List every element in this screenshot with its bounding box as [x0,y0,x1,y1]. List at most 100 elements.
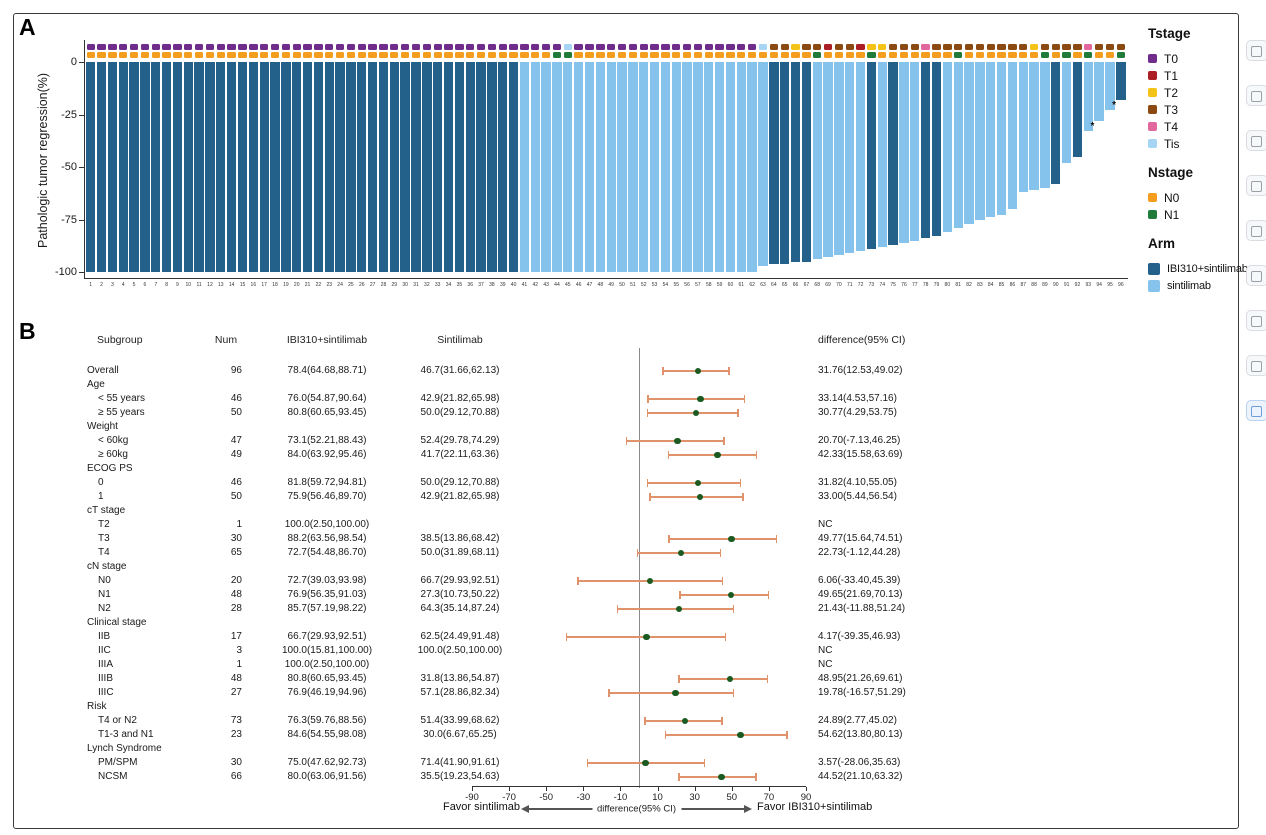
viewer-tool-button[interactable] [1246,355,1266,376]
significance-star: * [1112,103,1116,109]
viewer-tool-button[interactable] [1246,40,1266,61]
subgroup-label: < 55 years [98,393,145,404]
tstage-marker [813,44,821,50]
num-value: 48 [210,589,242,600]
subgroup-label: 1 [98,491,104,502]
y-tick-label: -50 [49,161,77,173]
num-value: 27 [210,687,242,698]
patient-column [932,44,941,236]
x-tick-label: 77 [910,282,919,288]
legend-spacer [1148,152,1264,165]
ci-left-cap [644,717,646,726]
subgroup-label: Risk [87,701,106,712]
favor-direction-arrow: difference(95% CI) [528,808,745,810]
patient-column [617,44,626,272]
arm1-estimate: 75.0(47.62,92.73) [248,757,406,768]
patient-column [303,44,312,272]
panel-b-label: B [19,318,36,345]
patient-column [97,44,106,272]
patient-column [943,44,952,232]
arm1-estimate: 73.1(52.21,88.43) [248,435,406,446]
arm2-estimate: 41.7(22.11,63.36) [390,449,530,460]
x-tick-label: 78 [921,282,930,288]
confidence-interval-line [665,734,788,736]
point-estimate-dot [728,592,735,599]
tstage-marker [1062,44,1070,50]
viewer-tool-button[interactable] [1246,265,1266,286]
patient-column [552,44,561,272]
nstage-marker [1019,52,1027,58]
forest-tick-mark [583,787,584,791]
x-tick-label: 10 [184,282,193,288]
regression-bar [986,62,995,217]
tstage-marker [141,44,149,50]
tstage-marker [173,44,181,50]
viewer-tool-button[interactable] [1246,130,1266,151]
nstage-marker [401,52,409,58]
patient-column [1019,44,1028,192]
x-tick-label: 94 [1094,282,1103,288]
viewer-tool-button[interactable] [1246,85,1266,106]
patient-column [270,44,279,272]
tstage-marker [303,44,311,50]
forest-tick-mark [620,787,621,791]
nstage-marker [824,52,832,58]
subgroup-header-row: Age [85,378,1190,392]
nstage-marker [488,52,496,58]
patient-column [151,44,160,272]
nstage-marker [705,52,713,58]
ci-right-cap [742,493,744,502]
tstage-marker [574,44,582,50]
regression-bar [444,62,453,272]
forest-tick-label: -30 [566,792,600,803]
legend-item-label: T4 [1164,120,1178,134]
nstage-marker [509,52,517,58]
patient-column [379,44,388,272]
viewer-tool-button[interactable] [1246,310,1266,331]
arm1-estimate: 84.6(54.55,98.08) [248,729,406,740]
regression-bar [607,62,616,272]
patient-column [813,44,822,259]
nstage-marker [97,52,105,58]
difference-value: 33.00(5.44,56.54) [818,491,897,502]
subgroup-label: Lynch Syndrome [87,743,162,754]
x-tick-label: 13 [216,282,225,288]
nstage-marker [282,52,290,58]
x-tick-label: 53 [650,282,659,288]
nstage-marker [997,52,1005,58]
patient-column [292,44,301,272]
nstage-marker [455,52,463,58]
num-value: 17 [210,631,242,642]
patient-column [596,44,605,272]
regression-bar [129,62,138,272]
nstage-marker [368,52,376,58]
viewer-tool-button[interactable] [1246,175,1266,196]
arm2-estimate: 38.5(13.86,68.42) [390,533,530,544]
nstage-marker [520,52,528,58]
viewer-tool-button[interactable] [1246,400,1266,421]
x-tick-label: 92 [1073,282,1082,288]
forest-data-row: IIIB4880.8(60.65,93.45)31.8(13.86,54.87)… [85,672,1190,686]
nstage-marker [965,52,973,58]
x-tick-label: 42 [531,282,540,288]
patient-column [314,44,323,272]
patient-column [628,44,637,272]
tstage-marker [314,44,322,50]
tstage-marker [943,44,951,50]
difference-value: 31.82(4.10,55.05) [818,477,897,488]
x-axis-labels: 1234567891011121314151617181920212223242… [86,282,1126,288]
x-tick-label: 52 [639,282,648,288]
x-tick-label: 29 [390,282,399,288]
viewer-tool-button[interactable] [1246,220,1266,241]
tstage-marker [260,44,268,50]
nstage-marker [987,52,995,58]
ci-left-cap [649,493,651,502]
arm1-estimate: 100.0(2.50,100.00) [248,659,406,670]
regression-bar [780,62,789,264]
arm1-estimate: 100.0(15.81,100.00) [248,645,406,656]
nstage-marker [802,52,810,58]
tstage-marker [1095,44,1103,50]
patient-column [498,44,507,272]
regression-bar [205,62,214,272]
nstage-marker [943,52,951,58]
